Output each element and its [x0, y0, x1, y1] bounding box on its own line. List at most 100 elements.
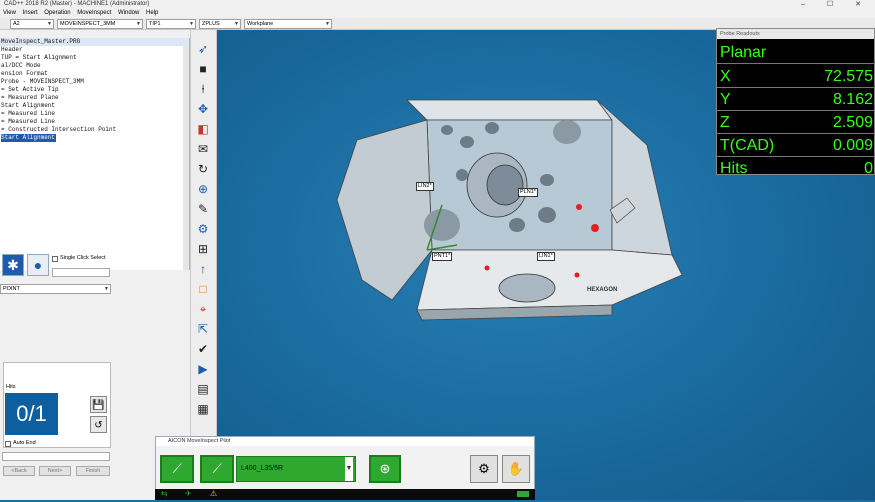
star-icon: ✱	[7, 257, 19, 273]
feature-label-pln1[interactable]: PLN1*	[518, 188, 538, 197]
feature-label-lin1[interactable]: LIN1*	[537, 252, 555, 261]
square-icon[interactable]: □	[194, 280, 212, 298]
vertical-toolbar: ➶ ■ ⍿ ✥ ◧ ✉ ↻ ⊕ ✎ ⚙ ⊞ ↑ □ ⌖ ⇱ ✔ ▶ ▤ ▦	[190, 30, 217, 500]
hit-counter: 0/1	[5, 393, 58, 435]
pilot-title: AICON MoveInspect Pilot	[156, 437, 534, 446]
color-icon[interactable]: ◧	[194, 120, 212, 138]
readout-row-tcad: T(CAD) 0.009	[717, 134, 875, 157]
readout-row-z: Z 2.509	[717, 111, 875, 134]
readout-row-x: X 72.575	[717, 65, 875, 88]
battery-icon	[517, 491, 529, 497]
probe-mode-icon[interactable]: ➶	[194, 40, 212, 58]
readout-row-y: Y 8.162	[717, 88, 875, 111]
finish-button[interactable]: Finish	[76, 466, 110, 476]
probe-combo[interactable]: MOVEINSPECT_3MM ▼	[57, 19, 143, 29]
chart-icon[interactable]: ▦	[194, 400, 212, 418]
feature-label-lin2[interactable]: LIN2*	[416, 182, 434, 191]
readout-title: Probe Readouts	[717, 29, 874, 39]
menu-help[interactable]: Help	[146, 10, 158, 16]
single-click-label: Single Click Select	[60, 255, 106, 261]
cube-icon[interactable]: ■	[194, 60, 212, 78]
feature-label-pnt1[interactable]: PNT1*	[432, 252, 453, 261]
tools-icon: ⚙	[478, 461, 490, 476]
target-icon[interactable]: ⊕	[194, 180, 212, 198]
feature-name-input[interactable]	[52, 268, 110, 277]
tree-row[interactable]: Start Alignment	[0, 102, 189, 110]
comment-icon[interactable]: ✉	[194, 140, 212, 158]
brand-logo: HEXAGON	[587, 287, 618, 293]
probe-icon[interactable]: ⍿	[194, 80, 212, 98]
tree-row[interactable]: Header	[0, 46, 189, 54]
probe-arm-icon: ⟋	[172, 461, 182, 476]
tree-icon[interactable]: ⊞	[194, 240, 212, 258]
window-title: CAD++ 2018 R2 (Master) - MACHINE1 (Admin…	[4, 1, 150, 7]
tree-row[interactable]: TUP = Start Alignment	[0, 54, 189, 62]
probe-name-select[interactable]: L400_L35/5R ▼	[236, 456, 356, 482]
probe-arm-button[interactable]: ⟋	[160, 455, 194, 483]
menu-window[interactable]: Window	[118, 10, 139, 16]
crosshair-icon[interactable]: ⌖	[194, 300, 212, 318]
warning-icon: ⚠	[210, 489, 218, 498]
probe-tip-icon: ⟋	[212, 461, 222, 476]
save-icon: 💾	[92, 400, 105, 411]
tools-button[interactable]: ⚙	[470, 455, 498, 483]
menu-insert[interactable]: Insert	[23, 10, 38, 16]
probe-select-button[interactable]: ⟋	[200, 455, 234, 483]
workplane-combo[interactable]: Workplane ▼	[244, 19, 332, 29]
tip-combo[interactable]: TIP1 ▼	[146, 19, 196, 29]
back-button[interactable]: <Back	[3, 466, 35, 476]
check-icon[interactable]: ✔	[194, 340, 212, 358]
menu-view[interactable]: View	[3, 10, 16, 16]
program-tree: MoveInspect_Master.PRG Header TUP = Star…	[0, 38, 190, 270]
tree-row[interactable]: Probe - MOVEINSPECT_3MM	[0, 78, 189, 86]
connection-icon: ⇆	[161, 489, 168, 498]
tree-row[interactable]: = Set Active Tip	[0, 86, 189, 94]
auto-end-checkbox[interactable]	[5, 441, 11, 447]
move-icon[interactable]: ✥	[194, 100, 212, 118]
report-icon[interactable]: ▤	[194, 380, 212, 398]
undo-button[interactable]: ↺	[90, 416, 107, 433]
tree-row-selected[interactable]: Start Alignment	[0, 134, 189, 142]
window-controls[interactable]: – ☐ ✕	[801, 0, 871, 9]
tree-row[interactable]: = Measured Line	[0, 118, 189, 126]
menu-operation[interactable]: Operation	[44, 10, 70, 16]
play-icon[interactable]: ▶	[194, 360, 212, 378]
tree-header[interactable]: MoveInspect_Master.PRG	[0, 38, 189, 46]
probe-readout-window: Probe Readouts Planar X 72.575 Y 8.162 Z 2.…	[716, 28, 875, 177]
tree-row[interactable]: = Constructed Intersection Point	[0, 126, 189, 134]
tree-row[interactable]: ension Format	[0, 70, 189, 78]
hits-label: Hits	[6, 384, 16, 390]
readout-mode: Planar	[717, 41, 875, 64]
point-select-button[interactable]: ●	[27, 254, 49, 276]
arm-icon: ✋	[507, 461, 525, 476]
multi-select-button[interactable]: ✱	[2, 254, 24, 276]
auto-end-label: Auto End	[13, 440, 36, 446]
feature-type-select[interactable]: POINT ▼	[0, 284, 111, 294]
probe-status-icon: ✈	[185, 489, 192, 498]
transform-icon[interactable]: ⇱	[194, 320, 212, 338]
menu-moveinspect[interactable]: MoveInspect	[77, 10, 111, 16]
target-icon: ⊛	[379, 461, 391, 476]
pilot-status-bar: ⇆ ✈ ⚠	[155, 489, 535, 500]
tree-row[interactable]: = Measured Plane	[0, 94, 189, 102]
arrow-up-icon[interactable]: ↑	[194, 260, 212, 278]
hits-input[interactable]	[2, 452, 110, 461]
tree-scrollbar[interactable]	[183, 46, 189, 270]
dot-icon: ●	[33, 257, 43, 273]
next-button[interactable]: Next>	[39, 466, 71, 476]
readout-row-hits: Hits 0	[720, 160, 873, 177]
network-icon[interactable]: ⚙	[194, 220, 212, 238]
save-button[interactable]: 💾	[90, 396, 107, 413]
loop-icon[interactable]: ↻	[194, 160, 212, 178]
target-button[interactable]: ⊛	[369, 455, 401, 483]
alignment-combo[interactable]: A2 ▼	[10, 19, 54, 29]
view-combo[interactable]: ZPLUS ▼	[199, 19, 241, 29]
undo-icon: ↺	[94, 420, 103, 431]
wand-icon[interactable]: ✎	[194, 200, 212, 218]
tree-row[interactable]: = Measured Line	[0, 110, 189, 118]
window-titlebar: CAD++ 2018 R2 (Master) - MACHINE1 (Admin…	[0, 0, 875, 9]
tree-row[interactable]: al/DCC Mode	[0, 62, 189, 70]
arm-button[interactable]: ✋	[502, 455, 530, 483]
single-click-checkbox[interactable]	[52, 256, 58, 262]
menu-bar: View Insert Operation MoveInspect Window…	[0, 9, 875, 18]
